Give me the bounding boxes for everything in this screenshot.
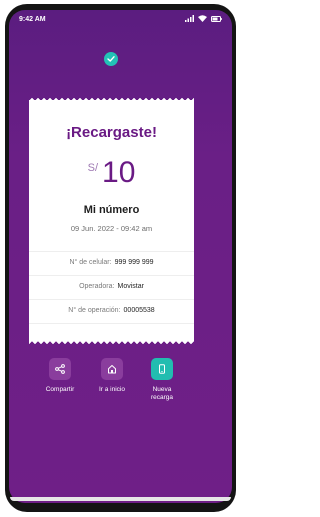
home-button-tile[interactable] — [101, 358, 123, 380]
status-bar: 9:42 AM — [9, 10, 232, 30]
share-label: Compartir — [45, 386, 75, 393]
new-recharge-button[interactable]: Nueva recarga — [142, 358, 182, 402]
recipient-name: Mi número — [83, 204, 140, 216]
receipt-divider — [29, 323, 194, 324]
amount-value: 10 — [102, 156, 136, 189]
recharge-amount: S/10 — [29, 156, 194, 190]
detail-label: N° de celular: — [69, 259, 112, 266]
home-button[interactable]: Ir a inicio — [92, 358, 132, 394]
detail-row-operation: N° de operación: 00005538 — [29, 299, 194, 322]
receipt-card: ¡Recargaste! S/10 Mi número 09 Jun. 2022… — [29, 100, 194, 340]
detail-row-operator: Operadora: Movistar — [29, 275, 194, 298]
battery-icon — [211, 15, 222, 22]
share-button[interactable]: Compartir — [40, 358, 80, 394]
new-recharge-label: Nueva recarga — [150, 386, 174, 401]
detail-label: N° de operación: — [68, 307, 121, 314]
wifi-icon — [198, 15, 207, 22]
detail-value: 00005538 — [123, 307, 155, 314]
share-icon — [55, 364, 65, 374]
phone-icon — [159, 364, 165, 374]
detail-row-phone: N° de celular: 999 999 999 — [29, 251, 194, 274]
receipt-edge-bottom — [29, 340, 194, 346]
receipt-title: ¡Recargaste! — [66, 124, 157, 141]
home-icon — [108, 365, 116, 374]
detail-value: 999 999 999 — [114, 259, 154, 266]
home-indicator — [10, 497, 231, 501]
detail-label: Operadora: — [79, 283, 115, 290]
new-recharge-button-tile[interactable] — [151, 358, 173, 380]
status-time: 9:42 AM — [19, 16, 46, 23]
success-check-icon — [104, 52, 118, 66]
recharge-date: 09 Jun. 2022 - 09:42 am — [70, 224, 153, 233]
currency-symbol: S/ — [87, 162, 99, 174]
signal-icon — [185, 15, 194, 22]
status-icons — [185, 15, 222, 22]
detail-value: Movistar — [117, 283, 144, 290]
home-label: Ir a inicio — [98, 386, 125, 393]
share-button-tile[interactable] — [49, 358, 71, 380]
